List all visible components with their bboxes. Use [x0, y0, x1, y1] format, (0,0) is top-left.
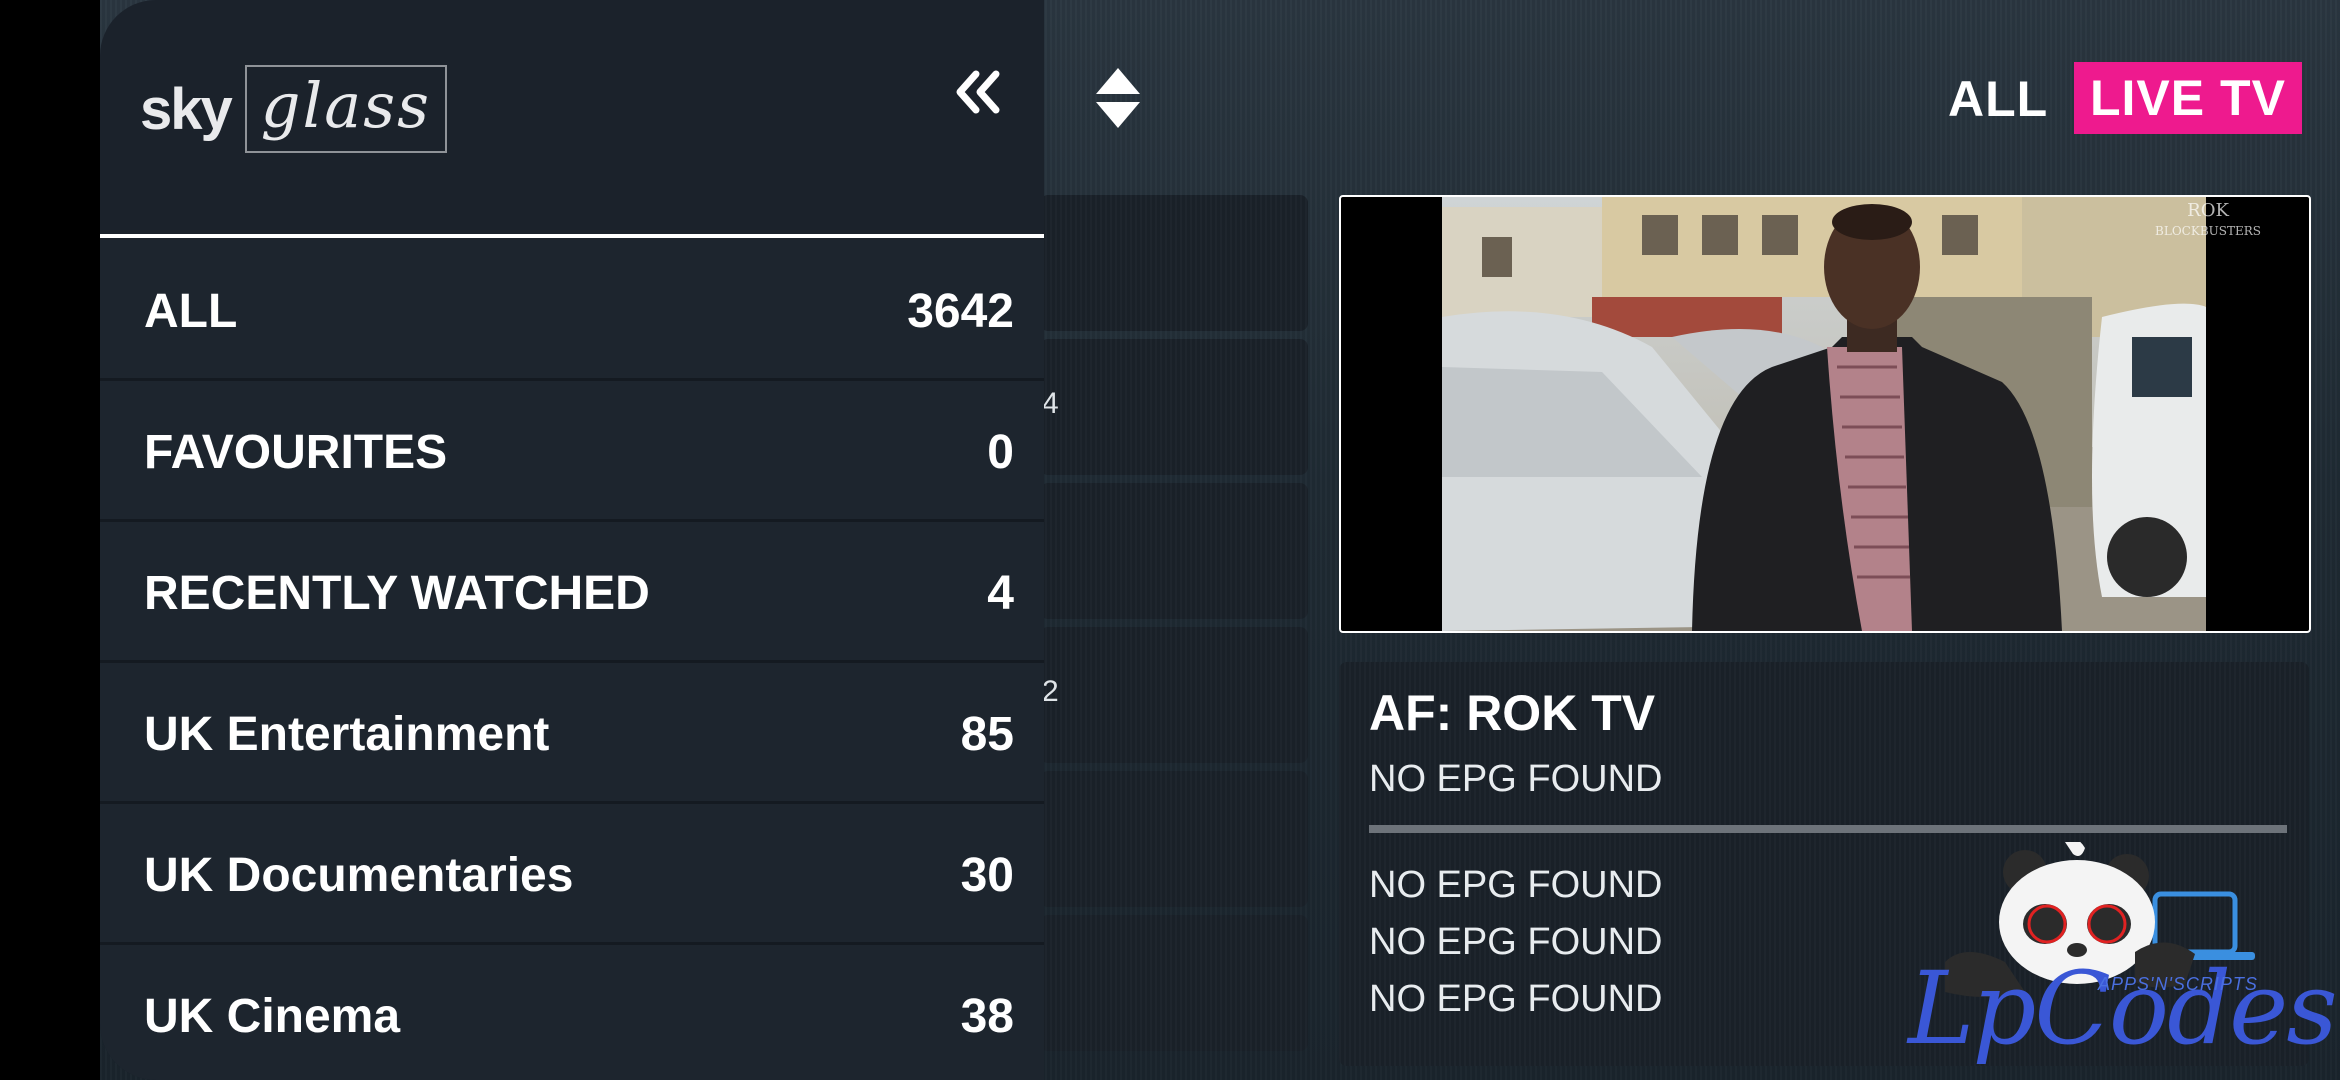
category-uk-entertainment[interactable]: UK Entertainment 85: [100, 663, 1044, 804]
category-count: 30: [960, 849, 1014, 902]
channel-watermark: ROK BLOCKBUSTERS: [2155, 200, 2261, 239]
epg-next-item: NO EPG FOUND: [1369, 921, 1663, 963]
category-recently-watched[interactable]: RECENTLY WATCHED 4: [100, 522, 1044, 663]
channel-tile[interactable]: [1040, 195, 1308, 331]
category-count: 38: [960, 990, 1014, 1043]
channel-tile[interactable]: [1040, 915, 1308, 1051]
category-label: UK Cinema: [144, 990, 401, 1043]
category-count: 85: [960, 708, 1014, 761]
epg-progress-bar: [1369, 825, 2287, 833]
epg-next-item: NO EPG FOUND: [1369, 864, 1663, 906]
double-chevron-left-icon[interactable]: [952, 66, 1004, 118]
sort-icon[interactable]: [1094, 66, 1142, 130]
category-label: RECENTLY WATCHED: [144, 567, 650, 620]
screen-edge: [0, 0, 100, 1080]
epg-next-item: NO EPG FOUND: [1369, 978, 1663, 1020]
category-uk-documentaries[interactable]: UK Documentaries 30: [100, 804, 1044, 945]
category-count: 4: [987, 567, 1014, 620]
filter-all-label[interactable]: ALL: [1948, 70, 2048, 128]
category-label: UK Entertainment: [144, 708, 550, 761]
category-favourites[interactable]: FAVOURITES 0: [100, 381, 1044, 522]
lpcodes-watermark-subtext: APPS'N'SCRIPTS: [2098, 974, 2258, 994]
channel-tile[interactable]: 4: [1040, 339, 1308, 475]
live-tv-badge[interactable]: LIVE TV: [2074, 62, 2302, 134]
channel-tile[interactable]: 2: [1040, 627, 1308, 763]
video-frame-image: [1442, 197, 2206, 631]
channel-number: 2: [1042, 675, 1059, 708]
category-count: 0: [987, 426, 1014, 479]
category-label: UK Documentaries: [144, 849, 574, 902]
channel-number: 4: [1042, 387, 1059, 420]
header-divider: [100, 234, 1044, 238]
category-label: FAVOURITES: [144, 426, 448, 479]
app-root: ALL LIVE TV 4 2 ROK BLOCKBUSTERS AF: ROK…: [0, 0, 2340, 1080]
category-label: ALL: [144, 285, 238, 338]
channel-title: AF: ROK TV: [1369, 685, 1656, 741]
video-preview[interactable]: ROK BLOCKBUSTERS: [1339, 195, 2311, 633]
sky-glass-logo: sky glass: [140, 46, 447, 172]
category-uk-cinema[interactable]: UK Cinema 38: [100, 945, 1044, 1080]
channel-tile[interactable]: [1040, 483, 1308, 619]
category-drawer: sky glass ALL 3642 FAVOURITES 0 RECENTLY…: [100, 0, 1044, 1080]
category-all[interactable]: ALL 3642: [100, 240, 1044, 381]
channel-tile[interactable]: [1040, 771, 1308, 907]
category-count: 3642: [907, 285, 1014, 338]
lpcodes-watermark-text: LpCodes: [1908, 950, 2338, 1067]
epg-now: NO EPG FOUND: [1369, 758, 1663, 800]
